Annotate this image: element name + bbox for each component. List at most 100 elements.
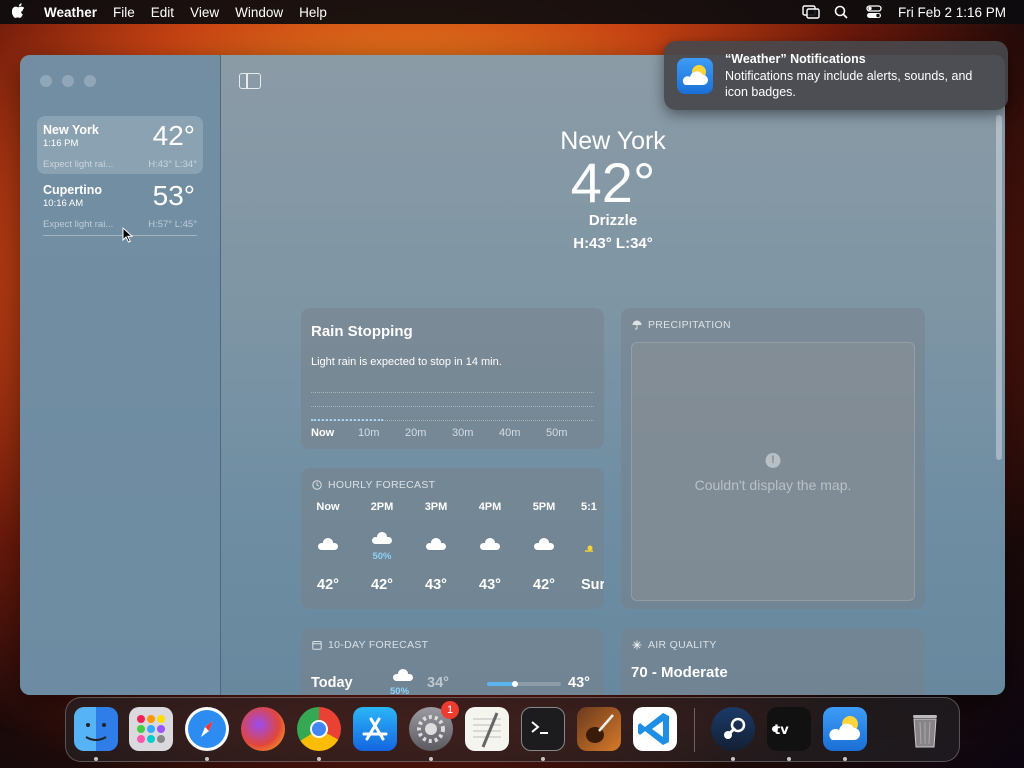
running-indicator [94,757,98,761]
notification-badge: 1 [441,701,459,719]
hourly-columns: Now 42° 2PM 50% 42° 3PM 43° 4PM 43° 5PM … [301,501,604,601]
apple-menu-icon[interactable] [0,2,36,22]
zoom-button[interactable] [84,75,96,87]
current-weather: New York 42° Drizzle H:43° L:34° [221,127,1005,252]
running-indicator [205,757,209,761]
menu-help[interactable]: Help [291,5,335,20]
running-indicator [843,757,847,761]
system-settings-icon[interactable]: 1 [409,701,459,751]
high-temp: 43° [568,675,590,691]
hour-temp: Sur [581,577,604,593]
card-header: AIR QUALITY [632,639,717,651]
running-indicator [731,757,735,761]
precipitation-card[interactable]: PRECIPITATION ! Couldn't display the map… [621,308,925,609]
weather-icon[interactable] [823,707,867,751]
menu-window[interactable]: Window [227,5,291,20]
hour-column: 2PM 50% 42° [355,501,409,601]
control-center-icon[interactable] [866,5,884,19]
hour-column: 3PM 43° [409,501,463,601]
hour-label: Now [316,501,340,513]
city-item-new-york[interactable]: New York 1:16 PM 42° Expect light rai...… [37,116,203,174]
launchpad-icon[interactable] [129,707,173,751]
hourly-forecast-card[interactable]: HOURLY FORECAST Now 42° 2PM 50% 42° 3PM [301,468,604,609]
firefox-icon[interactable] [241,707,285,751]
card-header: HOURLY FORECAST [312,479,435,491]
scrollbar[interactable] [996,115,1002,460]
notification-banner[interactable]: “Weather” Notifications Notifications ma… [664,41,1008,110]
sidebar: New York 1:16 PM 42° Expect light rai...… [20,55,221,695]
window-controls [40,75,96,87]
hour-column: 4PM 43° [463,501,517,601]
hour-label: 2PM [370,501,394,513]
divider [43,235,197,236]
dock: 1 tv [65,697,960,762]
city-high-low: H:43° L:34° [148,159,197,170]
city-item-cupertino[interactable]: Cupertino 10:16 AM 53° Expect light rai.… [37,176,203,236]
ten-day-forecast-card[interactable]: 10-DAY FORECAST Today 50% 34° 43° [301,628,604,695]
weather-app-icon [677,58,713,94]
city-time: 10:16 AM [43,198,84,209]
notification-body: Notifications may include alerts, sounds… [725,69,973,99]
terminal-icon[interactable] [521,707,565,751]
garageband-icon[interactable] [577,707,621,751]
chart-gridline [311,406,594,407]
trash-icon[interactable] [903,707,947,751]
umbrella-icon [632,320,642,330]
app-store-icon[interactable] [353,707,397,751]
mouse-cursor-icon [122,227,134,243]
rain-intensity-bar [311,419,383,424]
city-condition: Expect light rai... [43,219,114,230]
rain-stopping-card[interactable]: Rain Stopping Light rain is expected to … [301,308,604,449]
vscode-icon[interactable] [633,707,677,751]
finder-icon[interactable] [74,707,118,751]
hour-label: 5PM [532,501,556,513]
city-high-low: H:57° L:45° [148,219,197,230]
steam-icon[interactable] [711,707,755,751]
spotlight-search-icon[interactable] [834,5,852,19]
menu-clock[interactable]: Fri Feb 2 1:16 PM [898,5,1006,20]
card-header-label: 10-DAY FORECAST [328,639,429,651]
precipitation-map[interactable]: ! Couldn't display the map. [631,342,915,601]
running-indicator [541,757,545,761]
hour-temp: 42° [317,577,339,593]
cloud-icon [534,538,554,550]
close-button[interactable] [40,75,52,87]
city-temp: 53° [152,180,195,211]
sidebar-toggle-icon[interactable] [239,73,261,89]
city-name: Cupertino [43,183,103,197]
card-header-label: HOURLY FORECAST [328,479,436,491]
menu-edit[interactable]: Edit [143,5,182,20]
running-indicator [317,757,321,761]
card-title: Rain Stopping [311,323,413,340]
hour-temp: 42° [371,577,393,593]
card-header: PRECIPITATION [632,319,731,331]
textedit-icon[interactable] [465,707,509,751]
temp-range-bar [487,681,561,687]
hour-label: 3PM [424,501,448,513]
menu-bar: Weather File Edit View Window Help Fri F… [0,0,1024,24]
chrome-icon[interactable] [297,707,341,751]
current-temp: 42° [570,151,656,214]
current-high-low: H:43° L:34° [573,235,653,252]
tick-label: 50m [546,427,568,439]
tick-label: 30m [452,427,474,439]
safari-icon[interactable] [185,707,229,751]
current-condition: Drizzle [588,212,638,229]
clock-icon [312,480,322,490]
menu-view[interactable]: View [182,5,227,20]
air-quality-value: 70 - Moderate [631,664,728,681]
notification-title: “Weather” Notifications [725,52,866,66]
apple-tv-icon[interactable]: tv [767,707,811,751]
hour-temp: 43° [479,577,501,593]
tick-label: 20m [405,427,427,439]
menu-app-name[interactable]: Weather [36,5,105,20]
cloud-icon [318,538,338,550]
screen-mirroring-icon[interactable] [802,5,820,19]
main-content: New York 42° Drizzle H:43° L:34° Rain St… [221,55,1005,695]
air-quality-card[interactable]: AIR QUALITY 70 - Moderate [621,628,925,695]
cloud-rain-icon [393,669,413,681]
minimize-button[interactable] [62,75,74,87]
day-label: Today [311,675,353,691]
menu-file[interactable]: File [105,5,143,20]
tick-label: 10m [358,427,380,439]
